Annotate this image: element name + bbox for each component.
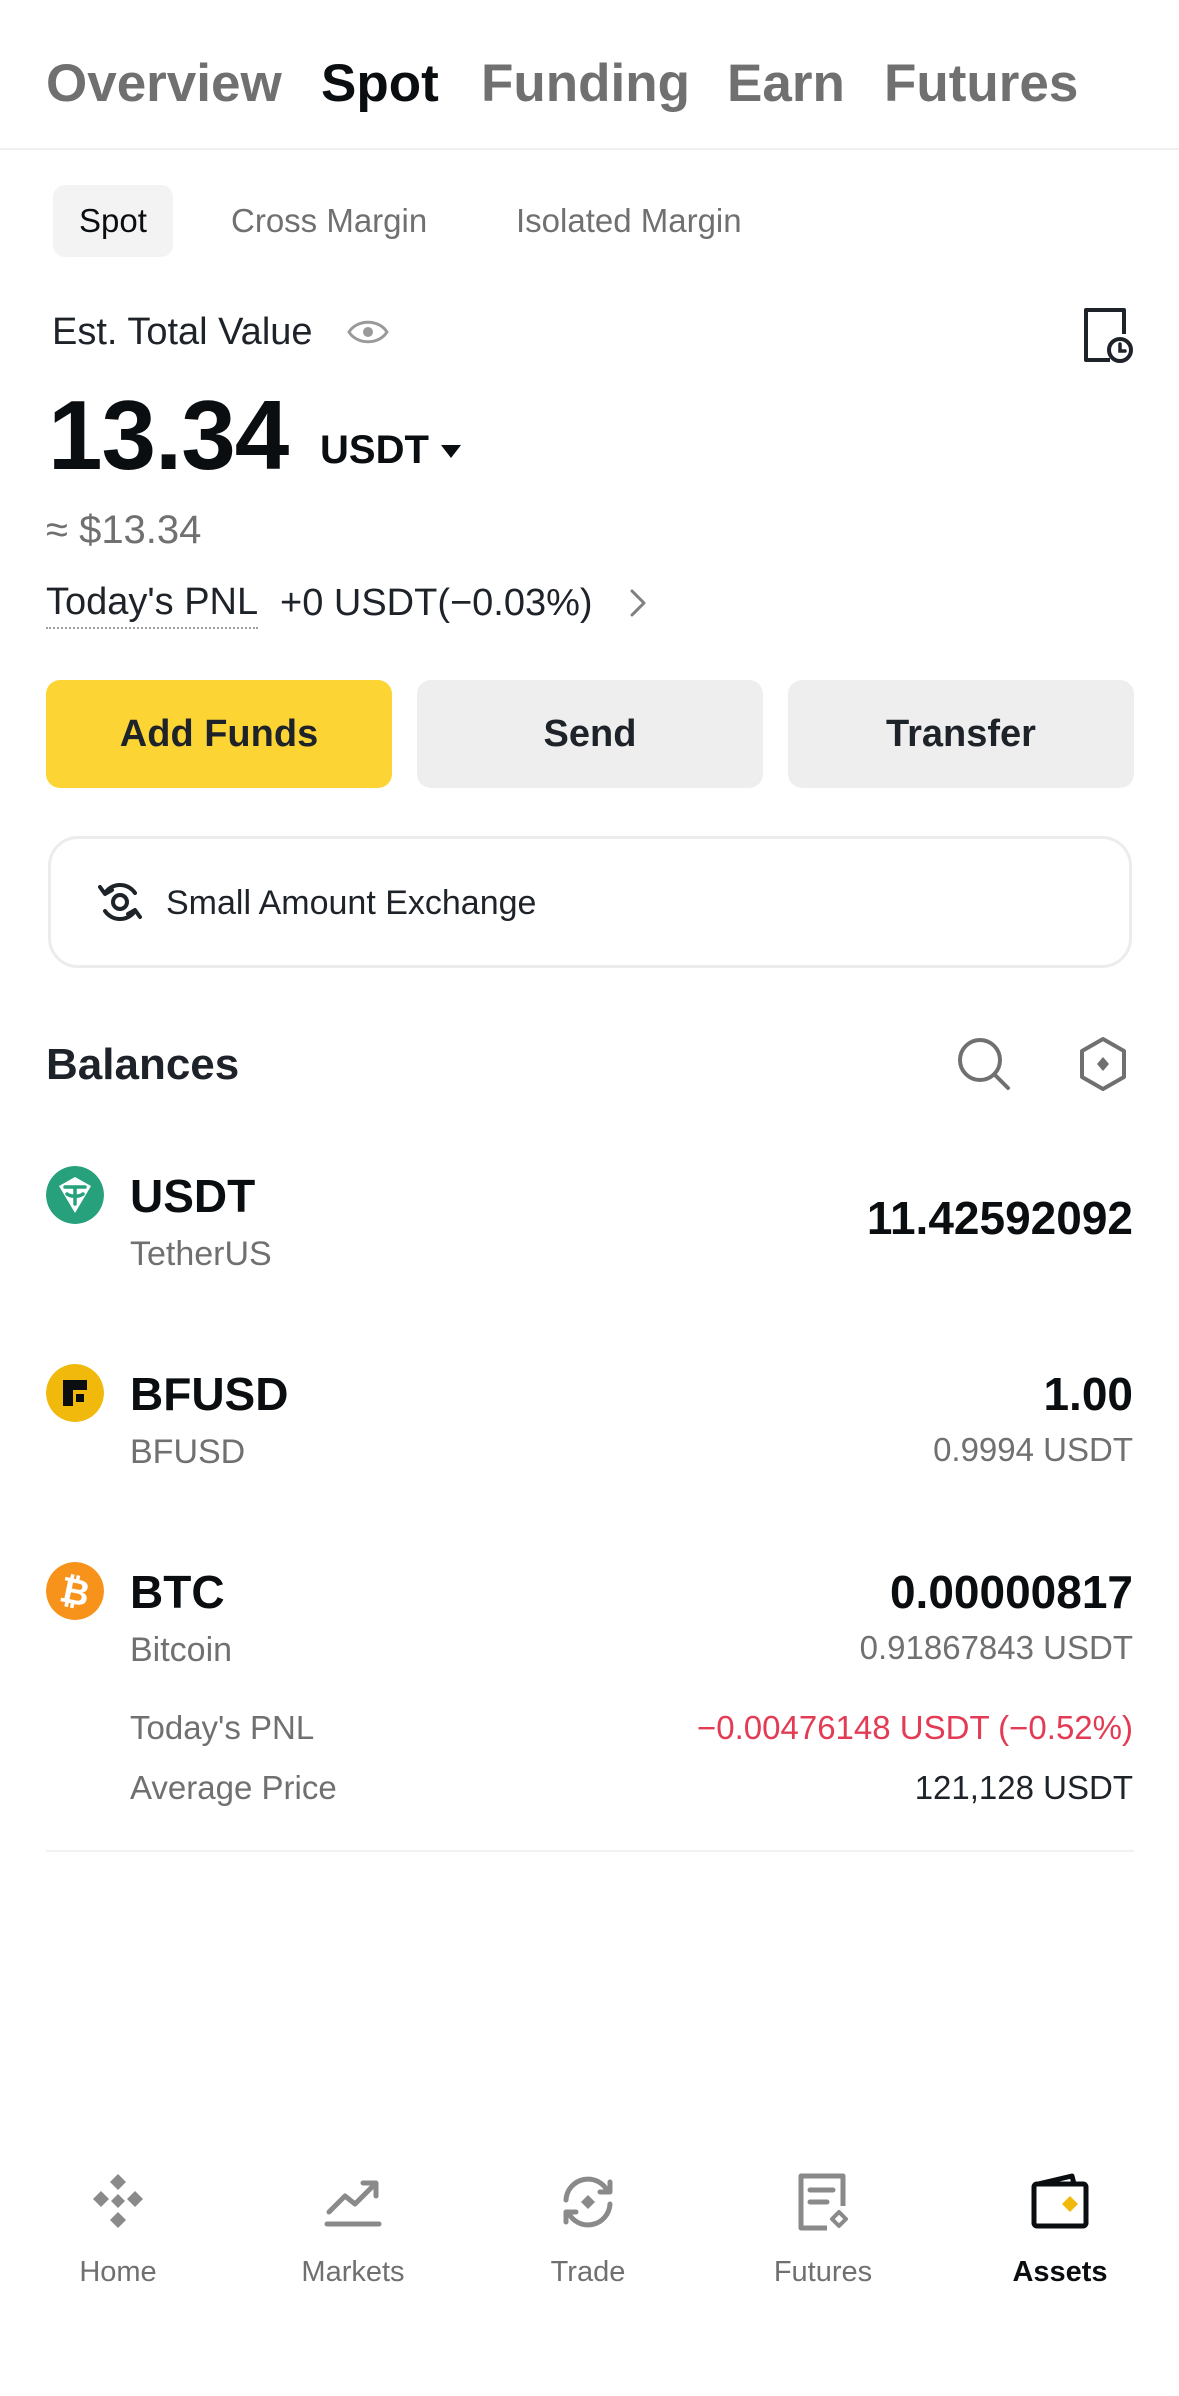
tab-spot[interactable]: Spot	[321, 52, 439, 116]
coin-symbol: BTC	[130, 1566, 225, 1618]
coin-pnl-value: −0.00476148 USDT (−0.52%)	[696, 1709, 1133, 1746]
coin-usdt-value: 0.91867843 USDT	[859, 1629, 1133, 1666]
total-value: 13.34	[48, 380, 289, 490]
coin-symbol: USDT	[130, 1170, 256, 1222]
coin-avg-price-value: 121,128 USDT	[914, 1769, 1133, 1806]
approx-usd-value: ≈ $13.34	[46, 508, 202, 552]
nav-label: Trade	[550, 2256, 626, 2288]
trade-icon	[563, 2176, 613, 2228]
small-amount-exchange-label: Small Amount Exchange	[166, 884, 537, 922]
sub-tab-bar: Spot Cross Margin Isolated Margin	[0, 185, 1179, 257]
balance-row-btc[interactable]: ₿ BTC Bitcoin 0.00000817 0.91867843 USDT…	[0, 1556, 1179, 1836]
nav-futures[interactable]: Futures	[723, 2150, 923, 2300]
history-icon[interactable]	[1080, 306, 1134, 366]
tab-funding[interactable]: Funding	[481, 52, 690, 116]
coin-amount: 1.00	[1043, 1368, 1133, 1420]
coin-name: BFUSD	[130, 1433, 246, 1471]
coin-name: TetherUS	[130, 1235, 272, 1273]
small-amount-exchange-card[interactable]: Small Amount Exchange	[48, 836, 1132, 968]
todays-pnl-value[interactable]: +0 USDT(−0.03%)	[280, 578, 593, 628]
top-tab-bar: Overview Spot Funding Earn Futures	[0, 0, 1179, 150]
subtab-spot[interactable]: Spot	[53, 185, 173, 257]
currency-selector[interactable]: USDT	[320, 425, 429, 475]
markets-icon	[324, 2180, 382, 2227]
bitcoin-icon: ₿	[46, 1562, 104, 1620]
nav-trade[interactable]: Trade	[488, 2150, 688, 2300]
tab-overview[interactable]: Overview	[46, 52, 282, 116]
chevron-right-icon[interactable]	[628, 588, 648, 618]
todays-pnl-label[interactable]: Today's PNL	[46, 577, 259, 629]
futures-icon	[798, 2173, 848, 2231]
nav-assets[interactable]: Assets	[960, 2150, 1160, 2300]
nav-markets[interactable]: Markets	[253, 2150, 453, 2300]
send-button[interactable]: Send	[417, 680, 763, 788]
coin-name: Bitcoin	[130, 1631, 233, 1669]
caret-down-icon[interactable]	[440, 443, 462, 459]
subtab-cross-margin[interactable]: Cross Margin	[231, 185, 427, 257]
settings-hex-icon[interactable]	[1078, 1036, 1128, 1092]
nav-label: Markets	[301, 2256, 405, 2288]
home-icon	[93, 2174, 143, 2228]
eye-icon[interactable]	[347, 315, 389, 349]
nav-label: Assets	[1012, 2256, 1108, 2288]
coin-usdt-value: 0.9994 USDT	[933, 1431, 1133, 1468]
tether-icon	[46, 1166, 104, 1224]
assets-icon	[1031, 2173, 1089, 2229]
tab-earn[interactable]: Earn	[727, 52, 845, 116]
exchange-icon	[98, 883, 142, 921]
est-total-value-label: Est. Total Value	[52, 311, 313, 353]
divider	[46, 1850, 1134, 1852]
tab-futures[interactable]: Futures	[884, 52, 1078, 116]
coin-avg-price-label: Average Price	[130, 1769, 337, 1806]
balance-row-bfusd[interactable]: BFUSD BFUSD 1.00 0.9994 USDT	[0, 1358, 1179, 1498]
nav-label: Futures	[773, 2256, 873, 2288]
nav-label: Home	[79, 2256, 157, 2288]
add-funds-button[interactable]: Add Funds	[46, 680, 392, 788]
subtab-isolated-margin[interactable]: Isolated Margin	[516, 185, 742, 257]
nav-home[interactable]: Home	[18, 2150, 218, 2300]
balances-title: Balances	[46, 1040, 240, 1089]
balance-row-usdt[interactable]: USDT TetherUS 11.42592092	[0, 1160, 1179, 1300]
coin-amount: 0.00000817	[889, 1566, 1133, 1618]
coin-pnl-label: Today's PNL	[130, 1709, 315, 1746]
bfusd-icon	[46, 1364, 104, 1422]
coin-amount: 11.42592092	[866, 1192, 1133, 1244]
coin-symbol: BFUSD	[130, 1368, 289, 1420]
transfer-button[interactable]: Transfer	[788, 680, 1134, 788]
search-icon[interactable]	[956, 1036, 1012, 1092]
bottom-nav: Home Markets Trade Futures Assets	[0, 2150, 1179, 2350]
